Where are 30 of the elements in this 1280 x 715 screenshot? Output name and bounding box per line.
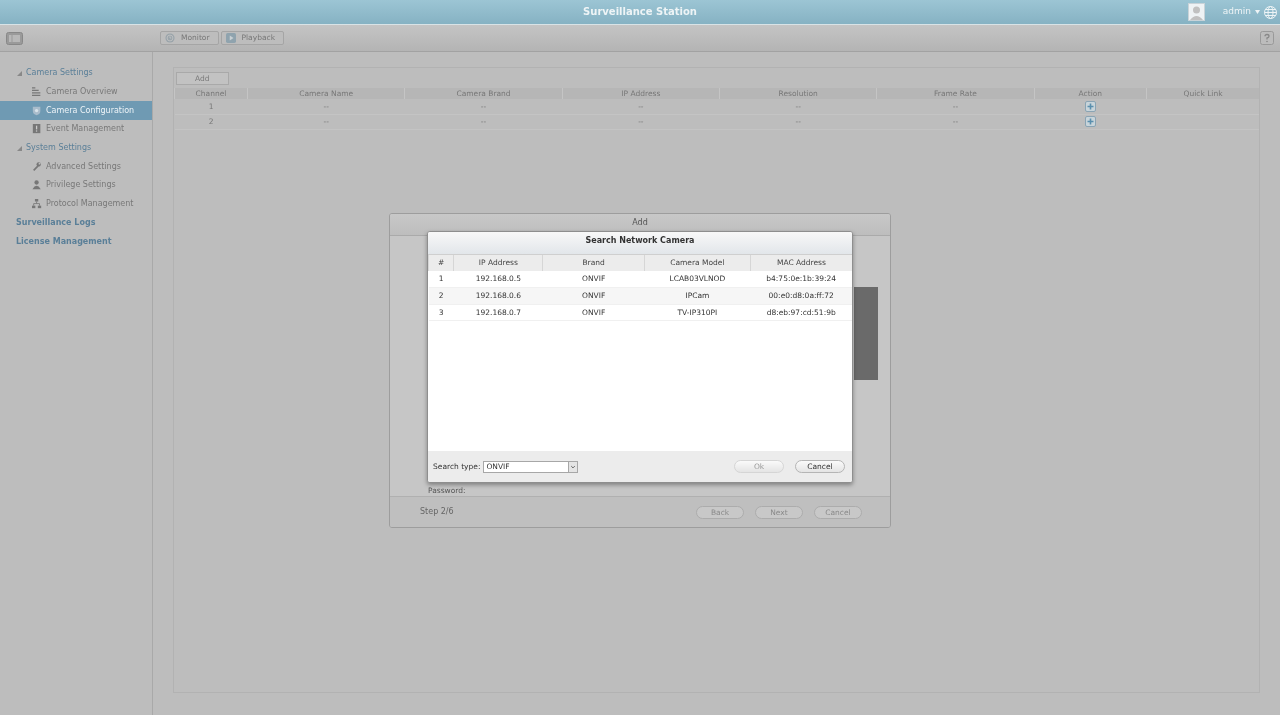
play-icon [225,33,236,43]
sidebar-item[interactable]: Advanced Settings [46,160,121,173]
app-title: Surveillance Station [583,5,697,19]
sidebar-item[interactable]: Protocol Management [46,198,134,211]
wrench-icon [32,161,42,172]
menu-icon[interactable] [6,31,23,45]
sidebar-item[interactable]: Privilege Settings [46,179,116,192]
add-icon[interactable] [1084,101,1096,113]
network-icon [32,199,42,210]
step-indicator: Step 2/6 [420,506,454,518]
list-icon [32,87,42,98]
dialog-title: Search Network Camera [428,232,852,255]
globe-icon[interactable] [1264,5,1277,19]
clock-icon [165,33,175,43]
sidebar-item[interactable]: Camera Settings [26,67,93,80]
sidebar-item[interactable]: License Management [16,235,112,248]
person-icon [32,180,42,191]
expand-arrow-icon[interactable] [17,145,22,151]
sidebar-item[interactable]: Camera Overview [46,86,118,99]
add-icon[interactable] [1084,116,1096,128]
sidebar-item[interactable]: System Settings [26,142,92,155]
expand-arrow-icon[interactable] [17,70,22,76]
shield-icon [32,105,42,116]
sidebar-item[interactable]: Surveillance Logs [16,216,96,229]
sidebar-item[interactable]: Event Management [46,123,125,136]
avatar-icon[interactable] [1187,3,1205,21]
alert-icon [32,124,42,135]
caret-icon[interactable] [1255,10,1260,14]
help-icon[interactable] [1260,31,1274,45]
user-menu[interactable]: admin [1222,5,1251,19]
